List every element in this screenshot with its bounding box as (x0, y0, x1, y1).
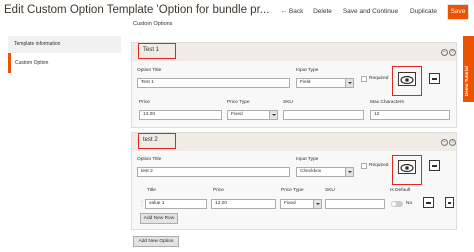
drag-handle-icon[interactable]: ⋮ (139, 200, 145, 208)
input-type-select[interactable]: Field (296, 78, 354, 88)
sidebar-item-label: Custom Option (15, 60, 49, 66)
chevron-down-icon (269, 111, 277, 119)
required-label: Required (369, 163, 389, 168)
back-button[interactable]: ← Back (279, 5, 305, 19)
row-title-input[interactable]: value 1 (145, 199, 207, 209)
max-characters-label: Max Characters (370, 100, 404, 105)
expand-icon[interactable]: ○ (449, 49, 456, 56)
price-type-label: Price Type (227, 100, 250, 105)
delete-button[interactable]: Delete (310, 5, 335, 19)
sidebar-item-custom-option[interactable]: Custom Option (8, 53, 121, 73)
column-header-title: Title (147, 188, 156, 193)
add-new-option-button[interactable]: Add New Option (133, 236, 179, 247)
remove-option-icon[interactable] (429, 73, 440, 84)
input-type-label: Input Type (296, 157, 319, 162)
row-price-type-select[interactable]: Fixed (280, 199, 322, 209)
remove-option-icon[interactable] (429, 160, 440, 171)
is-default-toggle[interactable] (391, 201, 403, 207)
remove-row-icon[interactable] (423, 197, 434, 208)
chevron-down-icon (345, 168, 353, 176)
sku-input[interactable] (283, 110, 364, 120)
option-title-input[interactable]: test 2 (137, 167, 290, 177)
collapse-icon[interactable]: − (441, 139, 448, 146)
required-label: Required (369, 76, 389, 81)
option-header-title: Test 1 (138, 43, 176, 59)
sku-label: SKU (283, 100, 293, 105)
column-header-price: Price (213, 188, 224, 193)
duplicate-button[interactable]: Duplicate (406, 5, 441, 19)
back-arrow-icon: ← (280, 8, 288, 15)
page-title: Edit Custom Option Template 'Option for … (4, 4, 270, 16)
option-title-input[interactable]: Test 1 (137, 78, 290, 88)
option-header-2 (132, 133, 456, 151)
collapse-icon[interactable]: − (441, 49, 448, 56)
add-new-row-button[interactable]: Add New Row (140, 213, 178, 224)
eye-icon[interactable] (398, 72, 416, 86)
expand-icon[interactable]: ○ (449, 139, 456, 146)
chevron-down-icon (345, 79, 353, 87)
required-checkbox[interactable] (361, 76, 367, 82)
section-title: Custom Options (133, 21, 173, 27)
input-type-select[interactable]: Checkbox (296, 167, 354, 177)
price-label: Price (139, 100, 150, 105)
remove-row-icon-2[interactable] (445, 197, 454, 208)
demo-tutorial-tab[interactable]: Demo Tutorial (463, 36, 474, 102)
column-header-price-type: Price Type (281, 188, 304, 193)
column-header-is-default: Is Default (390, 188, 411, 193)
column-header-sku: SKU (325, 188, 335, 193)
option-title-label: Option Title (137, 68, 162, 73)
save-button[interactable]: Save (447, 4, 469, 20)
price-input[interactable]: 13.00 (139, 110, 222, 120)
sidebar-item-label: Template information (14, 41, 61, 47)
save-and-continue-button[interactable]: Save and Continue (341, 5, 400, 19)
chevron-down-icon (313, 200, 321, 208)
max-characters-input[interactable]: 12 (370, 110, 450, 120)
row-price-input[interactable]: 12.00 (211, 199, 276, 209)
option-header-title: test 2 (138, 133, 176, 149)
input-type-label: Input Type (296, 68, 319, 73)
required-checkbox[interactable] (361, 163, 367, 169)
is-default-value: No (406, 201, 413, 206)
page-header: Edit Custom Option Template 'Option for … (0, 0, 474, 22)
sidebar-item-template-information[interactable]: Template information (8, 36, 121, 53)
demo-tutorial-label: Demo Tutorial (464, 66, 469, 96)
price-type-select[interactable]: Fixed (227, 110, 278, 120)
option-title-label: Option Title (137, 157, 162, 162)
eye-icon[interactable] (398, 160, 416, 174)
row-sku-input[interactable] (325, 199, 385, 209)
option-header-1 (132, 43, 456, 61)
